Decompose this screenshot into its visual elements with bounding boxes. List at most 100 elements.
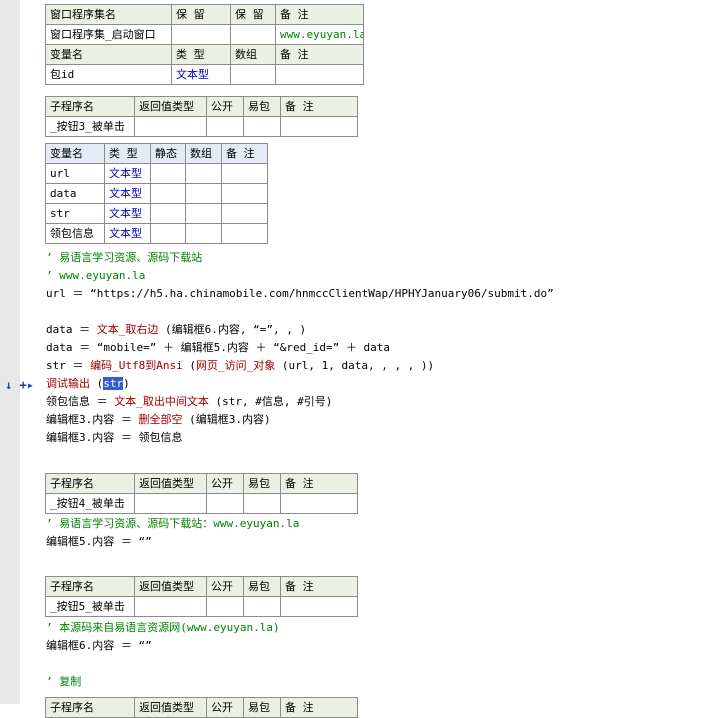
code-line-data-right[interactable]: data ＝ 文本_取右边 (编辑框6.内容, “=”, , ) xyxy=(46,321,306,339)
remark-header: 备 注 xyxy=(280,96,358,117)
code-line-clear-edit6[interactable]: 编辑框6.内容 ＝ “” xyxy=(46,637,152,655)
var-static-cell[interactable] xyxy=(150,163,186,184)
return-type-cell[interactable] xyxy=(134,493,207,514)
code-text: ( xyxy=(90,377,104,390)
code-text: ( xyxy=(182,359,196,372)
reserved-header-2: 保 留 xyxy=(230,4,276,25)
var-remark-cell[interactable] xyxy=(221,203,268,224)
subroutine-table-next: 子程序名 返回值类型 公开 易包 备 注 xyxy=(45,697,358,718)
return-type-header: 返回值类型 xyxy=(134,576,207,597)
return-type-header: 返回值类型 xyxy=(134,473,207,494)
remark-cell[interactable] xyxy=(280,493,358,514)
code-line-trim[interactable]: 编辑框3.内容 ＝ 删全部空 (编辑框3.内容) xyxy=(46,411,271,429)
reserved-cell[interactable] xyxy=(171,24,231,45)
code-line-extract[interactable]: 领包信息 ＝ 文本_取出中间文本 (str, #信息, #引号) xyxy=(46,393,332,411)
epkg-header: 易包 xyxy=(243,576,281,597)
var-remark-cell[interactable] xyxy=(221,223,268,244)
var-name-cell[interactable]: 领包信息 xyxy=(45,223,105,244)
epkg-cell[interactable] xyxy=(243,116,281,137)
local-vars-table: 变量名 类 型 静态 数组 备 注 url 文本型 data 文本型 str 文… xyxy=(45,143,268,244)
step-arrow-icon: ↓ xyxy=(5,378,13,392)
epkg-header: 易包 xyxy=(243,96,281,117)
var-array-cell[interactable] xyxy=(230,64,276,85)
code-text: (编辑框3.内容) xyxy=(182,413,271,426)
var-array-cell[interactable] xyxy=(185,183,222,204)
subroutine-table-button5: 子程序名 返回值类型 公开 易包 备 注 _按钮5_被单击 xyxy=(45,576,358,617)
remark-header: 备 注 xyxy=(275,4,364,25)
code-comment[interactable]: ’ 复制 xyxy=(46,673,81,691)
public-header: 公开 xyxy=(206,697,244,718)
remark-cell[interactable] xyxy=(280,596,358,617)
remark-cell[interactable]: www.eyuyan.la xyxy=(275,24,364,45)
remark-header: 备 注 xyxy=(280,697,358,718)
sub-name-cell[interactable]: _按钮5_被单击 xyxy=(45,596,135,617)
var-type-header: 类 型 xyxy=(171,44,231,65)
code-func: 调试输出 xyxy=(46,377,90,390)
var-array-cell[interactable] xyxy=(185,223,222,244)
return-type-cell[interactable] xyxy=(134,596,207,617)
code-line-url[interactable]: url ＝ “https://h5.ha.chinamobile.com/hnm… xyxy=(46,285,554,303)
public-cell[interactable] xyxy=(206,493,244,514)
public-header: 公开 xyxy=(206,473,244,494)
code-text: (url, 1, data, , , , )) xyxy=(275,359,435,372)
code-line-clear-edit5[interactable]: 编辑框5.内容 ＝ “” xyxy=(46,533,152,551)
var-name-cell[interactable]: url xyxy=(45,163,105,184)
var-static-cell[interactable] xyxy=(150,203,186,224)
var-type-header: 类 型 xyxy=(104,143,151,164)
sub-name-cell[interactable]: _按钮4_被单击 xyxy=(45,493,135,514)
epkg-cell[interactable] xyxy=(243,493,281,514)
code-text: data ＝ xyxy=(46,323,97,336)
code-selection: str xyxy=(103,377,124,390)
assembly-name-cell[interactable]: 窗口程序集_启动窗口 xyxy=(45,24,172,45)
remark-header: 备 注 xyxy=(280,576,358,597)
public-cell[interactable] xyxy=(206,596,244,617)
code-comment[interactable]: ’ 易语言学习资源、源码下载站 xyxy=(46,249,202,267)
sub-name-header: 子程序名 xyxy=(45,96,135,117)
public-cell[interactable] xyxy=(206,116,244,137)
var-name-cell[interactable]: str xyxy=(45,203,105,224)
code-line-assign[interactable]: 编辑框3.内容 ＝ 领包信息 xyxy=(46,429,183,447)
epkg-cell[interactable] xyxy=(243,596,281,617)
return-type-header: 返回值类型 xyxy=(134,697,207,718)
code-comment[interactable]: ’ www.eyuyan.la xyxy=(46,267,145,285)
code-text: (str, #信息, #引号) xyxy=(208,395,333,408)
epkg-header: 易包 xyxy=(243,473,281,494)
var-type-cell[interactable]: 文本型 xyxy=(104,203,151,224)
assembly-name-header: 窗口程序集名 xyxy=(45,4,172,25)
return-type-header: 返回值类型 xyxy=(134,96,207,117)
var-name-cell[interactable]: data xyxy=(45,183,105,204)
reserved-cell-2[interactable] xyxy=(230,24,276,45)
var-static-cell[interactable] xyxy=(150,223,186,244)
var-type-cell[interactable]: 文本型 xyxy=(104,183,151,204)
code-func: 编码_Utf8到Ansi xyxy=(90,359,183,372)
var-type-cell[interactable]: 文本型 xyxy=(104,163,151,184)
code-line-debug-output[interactable]: 调试输出 (str) xyxy=(46,375,130,393)
sub-name-header: 子程序名 xyxy=(45,473,135,494)
var-array-header: 数组 xyxy=(185,143,222,164)
remark-header: 备 注 xyxy=(280,473,358,494)
var-name-cell[interactable]: 包id xyxy=(45,64,172,85)
sub-name-cell[interactable]: _按钮3_被单击 xyxy=(45,116,135,137)
var-remark-cell[interactable] xyxy=(221,183,268,204)
code-comment[interactable]: ’ 易语言学习资源、源码下载站：www.eyuyan.la xyxy=(46,515,299,533)
var-static-header: 静态 xyxy=(150,143,186,164)
subroutine-table-button4: 子程序名 返回值类型 公开 易包 备 注 _按钮4_被单击 xyxy=(45,473,358,514)
code-text: str ＝ xyxy=(46,359,91,372)
public-header: 公开 xyxy=(206,576,244,597)
return-type-cell[interactable] xyxy=(134,116,207,137)
code-func: 文本_取出中间文本 xyxy=(114,395,209,408)
var-array-cell[interactable] xyxy=(185,163,222,184)
var-remark-cell[interactable] xyxy=(221,163,268,184)
code-line-data-concat[interactable]: data ＝ “mobile=” ＋ 编辑框5.内容 ＋ “&red_id=” … xyxy=(46,339,390,357)
code-comment[interactable]: ’ 本源码来自易语言资源网(www.eyuyan.la) xyxy=(46,619,280,637)
var-static-cell[interactable] xyxy=(150,183,186,204)
code-func: 文本_取右边 xyxy=(96,323,159,336)
var-remark-cell[interactable] xyxy=(275,64,364,85)
code-line-str[interactable]: str ＝ 编码_Utf8到Ansi (网页_访问_对象 (url, 1, da… xyxy=(46,357,434,375)
var-type-cell[interactable]: 文本型 xyxy=(171,64,231,85)
var-remark-header: 备 注 xyxy=(221,143,268,164)
var-array-cell[interactable] xyxy=(185,203,222,224)
breakpoint-markers[interactable]: ↓ +▸ xyxy=(5,376,45,394)
remark-cell[interactable] xyxy=(280,116,358,137)
var-type-cell[interactable]: 文本型 xyxy=(104,223,151,244)
